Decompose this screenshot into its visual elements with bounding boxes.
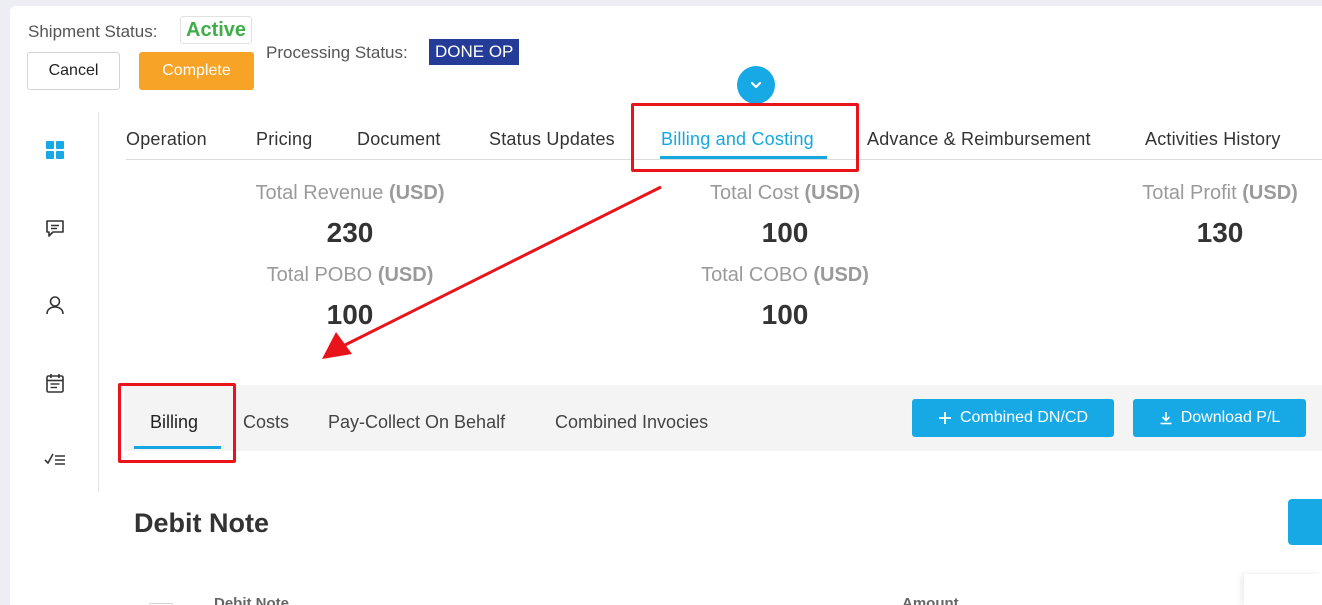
annotation-arrow — [322, 185, 662, 359]
